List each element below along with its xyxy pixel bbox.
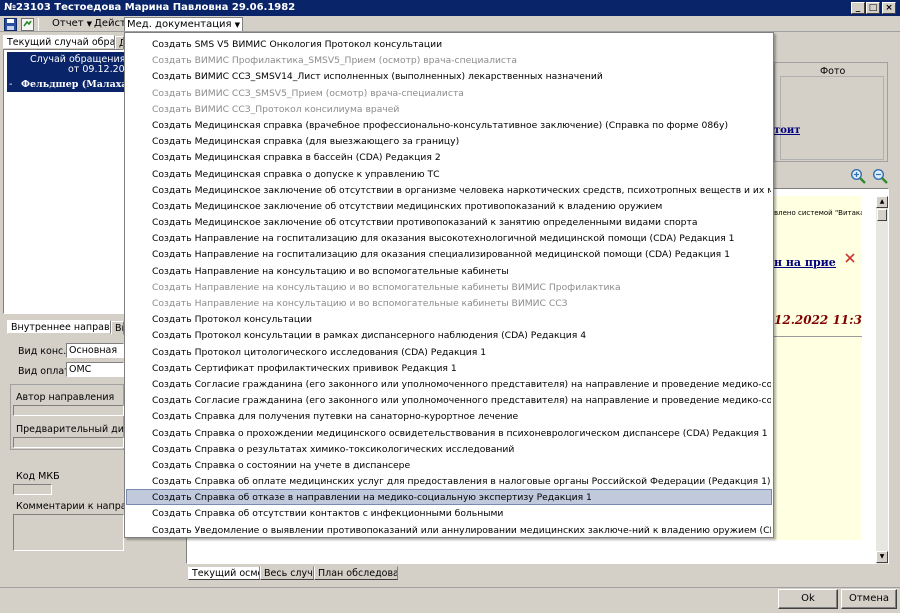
tab-internal-direction[interactable]: Внутреннее направление <box>7 320 111 334</box>
menu-item-2: Создать ВИМИС Профилактика_SMSV5_Прием (… <box>152 55 517 67</box>
menu-item-6[interactable]: Создать Медицинская справка (врачебное п… <box>126 117 772 133</box>
tab-external-direction[interactable]: Вн <box>111 321 124 335</box>
close-button[interactable]: × <box>882 2 896 14</box>
vid-oplaty-label: Вид оплаты <box>18 366 66 377</box>
menu-item-16: Создать Направление на консультацию и во… <box>152 281 621 293</box>
document-view[interactable] <box>774 196 862 540</box>
menu-item-10[interactable]: Создать Медицинское заключение об отсутс… <box>126 182 772 198</box>
menu-item-14[interactable]: Создать Направление на госпитализацию дл… <box>126 246 772 262</box>
menu-item-4: Создать ВИМИС ССЗ_SMSV5_Прием (осмотр) в… <box>152 87 464 99</box>
menu-item-30[interactable]: Создать Справка об отсутствии контактов … <box>126 505 772 521</box>
zoom-out-icon[interactable] <box>872 168 888 184</box>
menu-item-20[interactable]: Создать Протокол цитологического исследо… <box>126 344 772 360</box>
chevron-down-icon: ▼ <box>234 21 240 29</box>
menu-otchet[interactable]: Отчет ▼ <box>50 17 94 31</box>
close-x-icon[interactable] <box>843 251 857 265</box>
document-datetime: 12.2022 11:39 <box>774 313 862 327</box>
vid-oplaty-select[interactable]: ОМС <box>66 362 124 377</box>
tab-current-exam[interactable]: Текущий осмотр <box>188 566 260 580</box>
menu-med-dokumentaciya-label: Мед. документация <box>127 19 232 30</box>
scroll-thumb[interactable] <box>877 209 887 221</box>
title-bar: №23103 Тестоедова Марина Павловна 29.06.… <box>0 0 900 16</box>
comments-label: Комментарии к направлению <box>16 501 124 512</box>
author-label: Автор направления <box>16 392 115 403</box>
ok-button[interactable]: Ok <box>778 589 838 609</box>
menu-item-24[interactable]: Создать Справка для получения путевки на… <box>126 408 772 424</box>
scroll-down-icon[interactable]: ▼ <box>876 551 888 563</box>
tab-exam-plan[interactable]: План обследования <box>314 566 398 580</box>
zoom-in-icon[interactable] <box>850 168 866 184</box>
window-title: №23103 Тестоедова Марина Павловна 29.06.… <box>4 2 296 13</box>
cancel-button[interactable]: Отмена <box>841 589 897 609</box>
menu-item-3[interactable]: Создать ВИМИС ССЗ_SMSV14_Лист исполненны… <box>126 68 772 84</box>
menu-med-dokumentaciya[interactable]: Мед. документация ▼ <box>124 17 243 31</box>
document-link[interactable]: н на приеме <box>774 256 836 269</box>
menu-item-26[interactable]: Создать Справка о результатах химико-ток… <box>126 441 772 457</box>
vid-kons-select[interactable]: Основная <box>66 343 124 358</box>
menu-item-27[interactable]: Создать Справка о состоянии на учете в д… <box>126 457 772 473</box>
document-header-text: влено системой "Витакарта" <box>774 209 862 217</box>
author-field[interactable] <box>13 405 124 416</box>
med-docs-dropdown: Создать SMS V5 ВИМИС Онкология Протокол … <box>124 32 774 538</box>
scroll-up-icon[interactable]: ▲ <box>876 196 888 208</box>
diagnosis-field[interactable] <box>13 437 124 448</box>
document-divider <box>774 336 862 337</box>
menu-item-29[interactable]: Создать Справка об отказе в направлении … <box>126 489 772 506</box>
vid-kons-label: Вид конс. <box>18 346 66 357</box>
save-icon[interactable] <box>4 18 17 31</box>
comments-field[interactable] <box>13 514 124 551</box>
toolbar-separator <box>38 18 39 31</box>
menu-item-1[interactable]: Создать SMS V5 ВИМИС Онкология Протокол … <box>126 36 772 52</box>
menu-item-28[interactable]: Создать Справка об оплате медицинских ус… <box>126 473 772 489</box>
menu-item-15[interactable]: Создать Направление на консультацию и во… <box>126 263 772 279</box>
photo-placeholder <box>780 76 884 160</box>
minimize-button[interactable]: _ <box>851 2 865 14</box>
menu-item-31[interactable]: Создать Уведомление о выявлении противоп… <box>126 522 772 538</box>
diagnosis-label: Предварительный диагноз <box>16 424 124 435</box>
tab-whole-case[interactable]: Весь случай <box>260 566 314 580</box>
mkb-field[interactable] <box>13 484 52 495</box>
menu-item-19[interactable]: Создать Протокол консультации в рамках д… <box>126 327 772 343</box>
menu-item-22[interactable]: Создать Согласие гражданина (его законно… <box>126 376 772 392</box>
tree-item-label: Фельдшер (Малахатка Е <box>21 79 124 90</box>
footer-divider <box>0 587 900 588</box>
menu-item-7[interactable]: Создать Медицинская справка (для выезжаю… <box>126 133 772 149</box>
menu-item-21[interactable]: Создать Сертификат профилактических прив… <box>126 360 772 376</box>
menu-item-8[interactable]: Создать Медицинская справка в бассейн (C… <box>126 149 772 165</box>
menu-item-13[interactable]: Создать Направление на госпитализацию дл… <box>126 230 772 246</box>
tree-expand-icon[interactable]: - <box>9 79 19 90</box>
tab-d[interactable]: Д <box>115 36 124 50</box>
menu-item-12[interactable]: Создать Медицинское заключение об отсутс… <box>126 214 772 230</box>
main-window: №23103 Тестоедова Марина Павловна 29.06.… <box>0 0 900 613</box>
mkb-label: Код МКБ <box>16 471 60 482</box>
menu-item-17: Создать Направление на консультацию и во… <box>152 298 568 309</box>
case-header-line-2: от 09.12.2022 <box>68 64 124 75</box>
menu-item-11[interactable]: Создать Медицинское заключение об отсутс… <box>126 198 772 214</box>
menu-item-5: Создать ВИМИС ССЗ_Протокол консилиума вр… <box>152 103 400 115</box>
document-scrollbar[interactable] <box>876 196 888 564</box>
refresh-icon[interactable] <box>21 18 34 31</box>
maximize-button[interactable]: □ <box>866 2 880 14</box>
menu-item-9[interactable]: Создать Медицинская справка о допуске к … <box>126 166 772 182</box>
menu-item-25[interactable]: Создать Справка о прохождении медицинско… <box>126 425 772 441</box>
menu-otchet-label: Отчет <box>52 18 84 29</box>
menu-item-23[interactable]: Создать Согласие гражданина (его законно… <box>126 392 772 408</box>
menu-item-18[interactable]: Создать Протокол консультации <box>126 311 772 327</box>
profile-link[interactable]: тоит <box>774 125 800 136</box>
tab-current-case[interactable]: Текущий случай обращения <box>3 35 115 49</box>
